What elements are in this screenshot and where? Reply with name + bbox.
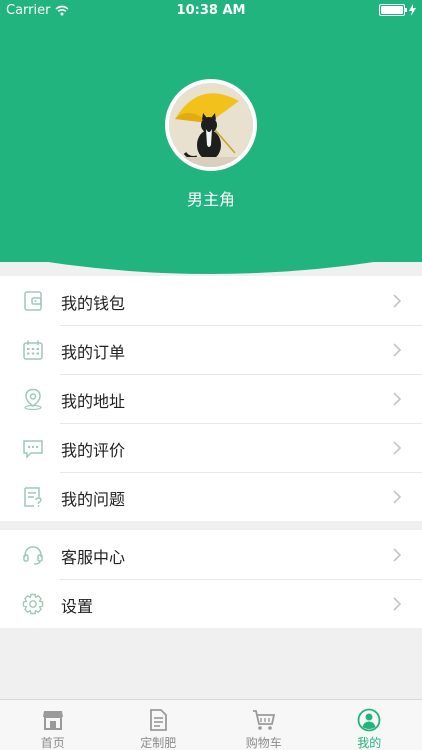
tab-custom-fertilizer[interactable]: 定制肥 [106,700,212,750]
menu-group-account: 我的钱包 我的订单 我的地址 我的评价 我的问题 [0,276,422,521]
charging-icon [409,4,416,16]
menu-item-label: 我的评价 [61,441,126,460]
menu-group-support: 客服中心 设置 [0,530,422,628]
location-pin-icon [24,388,42,410]
menu-item-orders[interactable]: 我的订单 [0,325,422,374]
chevron-right-icon [393,294,402,308]
status-time: 10:38 AM [176,3,246,18]
status-bar: Carrier 10:38 AM [0,0,422,22]
chevron-right-icon [393,597,402,611]
menu-item-label: 客服中心 [61,548,126,567]
wallet-icon [24,291,42,311]
menu-item-label: 我的订单 [61,343,126,362]
menu-item-label: 我的钱包 [61,294,126,313]
comment-icon [23,440,43,459]
chevron-right-icon [393,441,402,455]
tab-cart[interactable]: 购物车 [211,700,317,750]
menu-item-label: 设置 [61,597,94,616]
tab-home[interactable]: 首页 [0,700,106,750]
chevron-right-icon [393,343,402,357]
tab-label: 定制肥 [140,736,177,750]
chevron-right-icon [393,548,402,562]
avatar[interactable] [165,79,257,171]
question-doc-icon [24,487,42,507]
chevron-right-icon [393,392,402,406]
header-curve [0,238,422,274]
tab-label: 我的 [357,736,382,750]
username: 男主角 [186,190,235,209]
person-icon [357,708,381,732]
tab-bar: 首页 定制肥 购物车 我的 [0,699,422,750]
chevron-right-icon [393,490,402,504]
menu-item-wallet[interactable]: 我的钱包 [0,276,422,325]
menu-item-address[interactable]: 我的地址 [0,374,422,423]
menu-item-questions[interactable]: 我的问题 [0,472,422,521]
tab-label: 首页 [40,736,65,750]
headset-icon [23,546,43,565]
document-icon [150,709,168,731]
avatar-image [169,83,253,167]
gear-icon [22,593,44,615]
calendar-icon [23,340,43,360]
menu-item-label: 我的问题 [61,490,126,509]
shop-icon [42,711,63,730]
cart-icon [252,710,275,730]
tab-mine[interactable]: 我的 [317,700,422,750]
battery-icon [379,4,407,16]
tab-label: 购物车 [245,736,282,750]
menu-item-label: 我的地址 [61,392,126,411]
menu-item-settings[interactable]: 设置 [0,579,422,628]
menu-item-customer-service[interactable]: 客服中心 [0,530,422,579]
menu-item-reviews[interactable]: 我的评价 [0,423,422,472]
